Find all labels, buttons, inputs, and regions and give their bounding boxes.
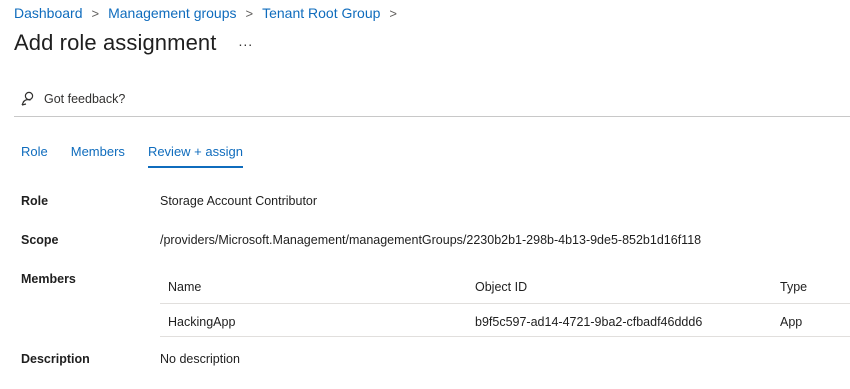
role-value: Storage Account Contributor — [160, 194, 318, 208]
column-header-name: Name — [168, 280, 202, 294]
tab-role[interactable]: Role — [21, 144, 48, 168]
feedback-button[interactable]: Got feedback? — [20, 90, 125, 107]
page: Dashboard > Management groups > Tenant R… — [0, 0, 850, 389]
tab-review-assign-label: Review + assign — [147, 144, 243, 159]
member-type: App — [780, 315, 803, 329]
tab-review-assign[interactable]: Review + assign — [147, 144, 243, 168]
member-object-id: b9f5c597-ad14-4721-9ba2-cfbadf46ddd6 — [475, 315, 703, 329]
breadcrumb-dashboard[interactable]: Dashboard — [14, 5, 83, 21]
breadcrumb-separator: > — [91, 5, 100, 21]
members-label: Members — [21, 272, 76, 286]
page-title: Add role assignment — [14, 30, 217, 55]
breadcrumb-separator: > — [389, 5, 397, 21]
member-name: HackingApp — [168, 315, 236, 329]
more-options-button[interactable]: ... — [238, 33, 253, 49]
table-row-divider — [160, 336, 850, 337]
breadcrumb-management-groups[interactable]: Management groups — [108, 5, 236, 21]
feedback-icon — [21, 91, 34, 106]
scope-value: /providers/Microsoft.Management/manageme… — [160, 233, 702, 247]
tab-members[interactable]: Members — [71, 144, 125, 168]
breadcrumb: Dashboard > Management groups > Tenant R… — [14, 5, 406, 21]
table-header-divider — [160, 303, 850, 304]
column-header-object-id: Object ID — [475, 280, 528, 294]
header-divider — [14, 116, 850, 117]
title-row: Add role assignment ... — [14, 30, 253, 56]
role-label: Role — [21, 194, 49, 208]
feedback-label: Got feedback? — [44, 91, 126, 106]
breadcrumb-tenant-root-group[interactable]: Tenant Root Group — [262, 5, 380, 21]
column-header-type: Type — [780, 280, 808, 294]
description-label: Description — [21, 352, 90, 366]
scope-label: Scope — [21, 233, 59, 247]
tab-bar: Role Members Review + assign — [21, 144, 266, 168]
breadcrumb-separator: > — [245, 5, 254, 21]
description-value: No description — [160, 352, 240, 366]
